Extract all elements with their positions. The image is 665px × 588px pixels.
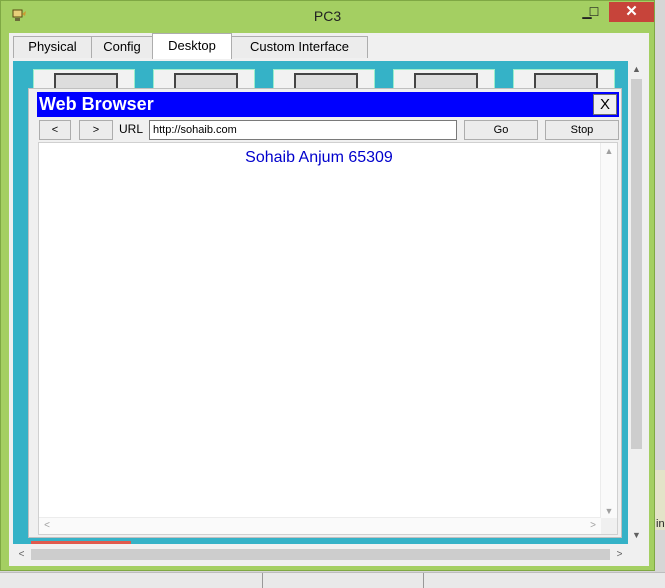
scroll-down-icon[interactable]: ▼ (601, 503, 617, 519)
background-strip-segment (262, 573, 424, 588)
scroll-thumb[interactable] (31, 549, 610, 560)
browser-nav-bar: < > URL Go Stop (37, 120, 619, 142)
maximize-button[interactable]: ☐ (579, 2, 609, 22)
background-status-strip (0, 572, 665, 588)
go-button[interactable]: Go (464, 120, 538, 140)
page-horizontal-scrollbar[interactable]: < > (39, 517, 601, 534)
tab-config[interactable]: Config (91, 36, 153, 58)
url-label: URL (119, 122, 144, 136)
tab-desktop[interactable]: Desktop (152, 33, 232, 59)
browser-close-button[interactable]: X (593, 94, 617, 115)
scroll-right-icon[interactable]: > (585, 518, 601, 534)
scroll-down-icon[interactable]: ▼ (628, 527, 645, 544)
scroll-up-icon[interactable]: ▲ (628, 61, 645, 78)
tab-bar: Physical Config Desktop Custom Interface (9, 33, 649, 59)
browser-title: Web Browser (39, 94, 154, 114)
tab-physical[interactable]: Physical (13, 36, 92, 58)
close-button[interactable]: ✕ (609, 2, 654, 22)
web-browser: Web Browser X < > URL Go Stop Sohaib Anj… (28, 88, 622, 538)
back-button[interactable]: < (39, 120, 71, 140)
window-title: PC3 (313, 8, 342, 24)
stop-button[interactable]: Stop (545, 120, 619, 140)
tab-custom-interface[interactable]: Custom Interface (231, 36, 368, 58)
forward-button[interactable]: > (79, 120, 113, 140)
scroll-up-icon[interactable]: ▲ (601, 143, 617, 159)
desktop-app-icon[interactable] (31, 541, 131, 544)
desktop-horizontal-scrollbar[interactable]: < > (13, 546, 628, 563)
page-vertical-scrollbar[interactable]: ▲ ▼ (600, 143, 617, 519)
page-viewport: Sohaib Anjum 65309 ▲ ▼ < > (38, 142, 618, 535)
scroll-thumb[interactable] (631, 79, 642, 449)
title-bar[interactable]: PC3 ▁ ☐ ✕ (1, 1, 654, 31)
browser-header: Web Browser X (37, 92, 619, 117)
url-input[interactable] (149, 120, 457, 140)
desktop-vertical-scrollbar[interactable]: ▲ ▼ (628, 61, 645, 544)
scroll-left-icon[interactable]: < (13, 546, 30, 563)
background-text: in (656, 518, 665, 530)
page-text: Sohaib Anjum 65309 (245, 149, 393, 166)
scrollbar-corner (601, 518, 617, 534)
scroll-left-icon[interactable]: < (39, 518, 55, 534)
scroll-right-icon[interactable]: > (611, 546, 628, 563)
